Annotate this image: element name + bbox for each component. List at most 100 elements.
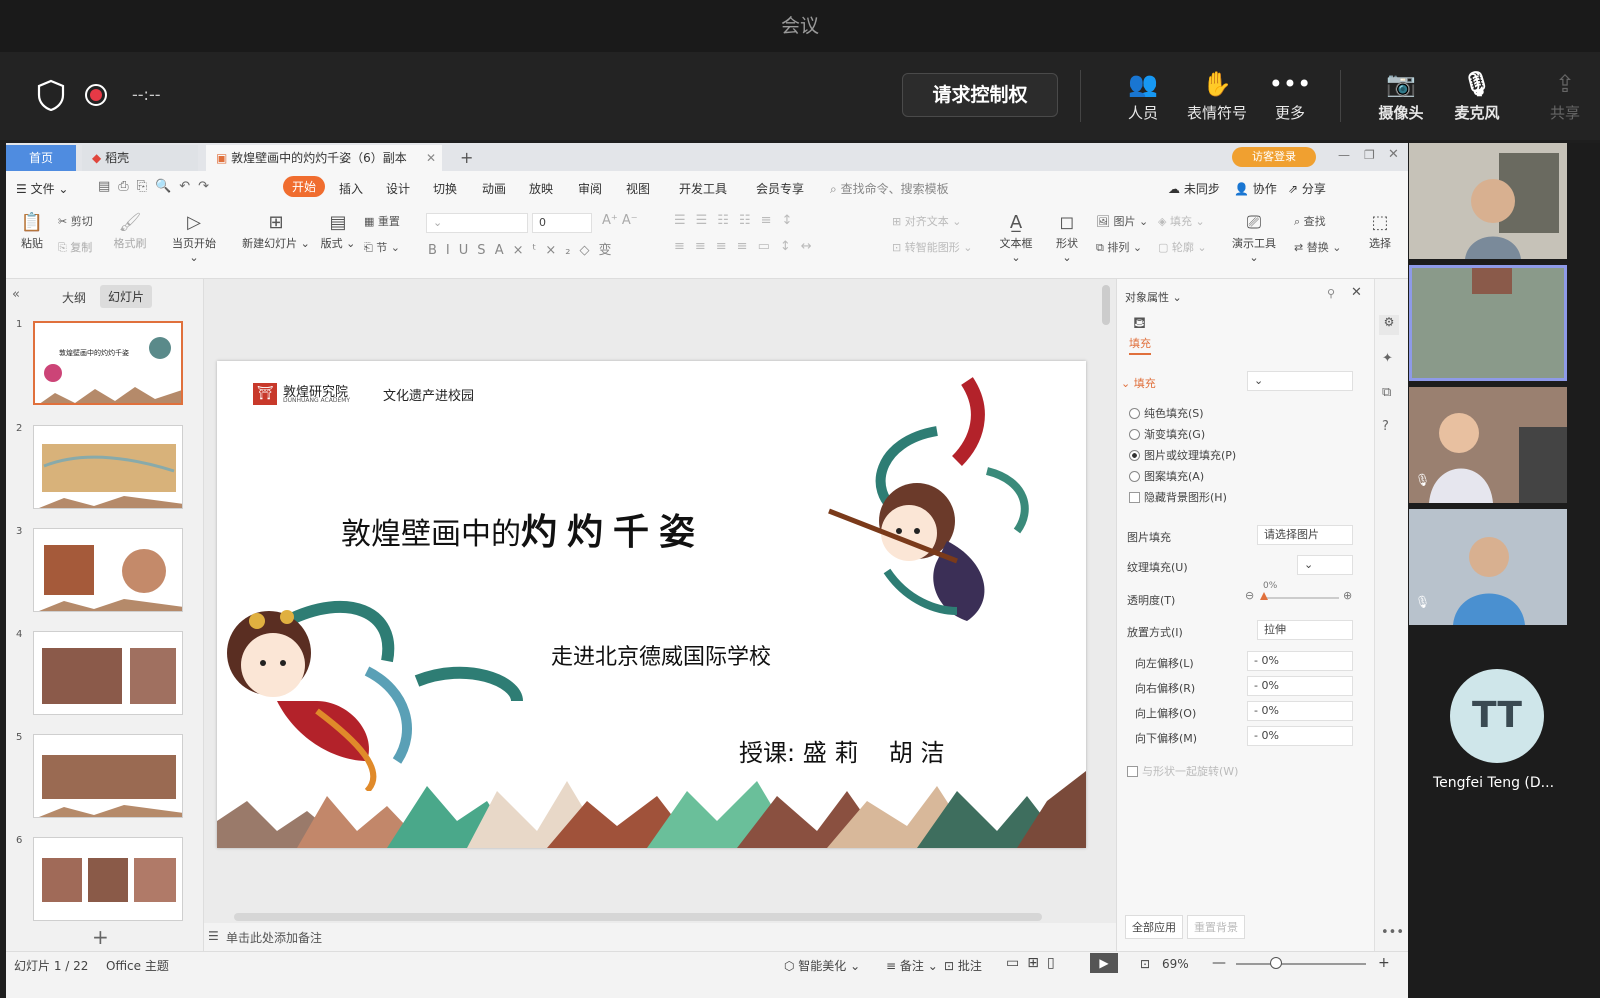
list-icons[interactable]: ☰☰☷☷≡↕ (674, 213, 802, 228)
fill-section-header[interactable]: ⌄ 填充 (1121, 375, 1156, 391)
radio-pattern-fill[interactable]: 图案填充(A) (1129, 468, 1204, 484)
presenter-button[interactable]: ⎚ 演示工具 ⌄ (1226, 211, 1282, 264)
zoom-slider[interactable] (1236, 963, 1366, 965)
visitor-login-button[interactable]: 访客登录 (1232, 147, 1316, 167)
mic-button[interactable]: 🎙 麦克风 (1442, 66, 1512, 123)
menu-animation[interactable]: 动画 (482, 180, 506, 197)
restore-icon[interactable]: ❐ (1364, 148, 1375, 162)
participant-avatar[interactable]: TT (1450, 669, 1544, 763)
zoom-in-icon[interactable]: + (1378, 955, 1390, 971)
more-button[interactable]: ••• 更多 (1255, 66, 1325, 123)
beautify-button[interactable]: ⬡ 智能美化 ⌄ (784, 957, 860, 974)
request-control-button[interactable]: 请求控制权 (902, 73, 1058, 117)
offset-up-input[interactable]: - 0% (1247, 701, 1353, 721)
emoji-button[interactable]: ✋ 表情符号 (1182, 66, 1252, 123)
pin-icon[interactable]: ⚲ (1327, 287, 1335, 300)
slide-thumb-3[interactable] (33, 528, 183, 612)
tab-docer[interactable]: ◆ 稻壳 (82, 145, 198, 171)
radio-solid-fill[interactable]: 纯色填充(S) (1129, 405, 1204, 421)
tab-home[interactable]: 首页 (6, 145, 76, 171)
quick-access-icons[interactable]: ▤⎙⎘🔍↶↷ (98, 179, 217, 194)
textbox-button[interactable]: A̲ 文本框 ⌄ (996, 211, 1036, 264)
collab-button[interactable]: 👤 协作 (1234, 180, 1277, 197)
participant-video-4[interactable]: 🎙 (1409, 509, 1567, 625)
format-painter-button[interactable]: 🖌 格式刷 (110, 211, 150, 251)
copy-button[interactable]: ⎘ 复制 (58, 239, 92, 255)
layout-button[interactable]: ▤ 版式 ⌄ (320, 211, 356, 251)
font-style-icons[interactable]: BIUSA×ᵗ×₂◇变 (428, 239, 620, 258)
slide-thumb-4[interactable] (33, 631, 183, 715)
transparency-slider-thumb[interactable] (1260, 592, 1268, 600)
menu-start[interactable]: 开始 (283, 176, 326, 197)
tab-document[interactable]: ▣ 敦煌壁画中的灼灼千姿（6）副本 ✕ (206, 145, 442, 171)
fill-button[interactable]: ◈ 填充 ⌄ (1158, 213, 1205, 229)
close-window-icon[interactable]: ✕ (1388, 147, 1399, 162)
slide-thumb-6[interactable] (33, 837, 183, 921)
camera-button[interactable]: 📷 摄像头 (1366, 66, 1436, 123)
menu-insert[interactable]: 插入 (339, 180, 363, 197)
menu-view[interactable]: 视图 (626, 180, 650, 197)
minimize-icon[interactable]: — (1338, 148, 1350, 162)
zoom-out-icon[interactable]: — (1212, 955, 1226, 971)
copy-format-icon[interactable]: ⧉ (1382, 385, 1391, 400)
help-icon[interactable]: ? (1382, 419, 1389, 434)
hide-bg-checkbox[interactable]: 隐藏背景图形(H) (1129, 489, 1227, 505)
new-slide-button[interactable]: ⊞ 新建幻灯片 ⌄ (242, 211, 310, 251)
transparency-minus[interactable]: ⊖ (1245, 589, 1254, 602)
outline-button[interactable]: ▢ 轮廓 ⌄ (1158, 239, 1207, 255)
fill-preset-select[interactable]: ⌄ (1247, 371, 1353, 391)
start-current-button[interactable]: ▷ 当页开始 ⌄ (166, 211, 222, 264)
command-search[interactable]: ⌕ 查找命令、搜索模板 (830, 180, 949, 197)
placement-select[interactable]: 拉伸 (1257, 620, 1353, 640)
collapse-pane-icon[interactable]: « (12, 287, 20, 302)
participant-video-2[interactable] (1409, 265, 1567, 381)
close-tab-icon[interactable]: ✕ (426, 145, 436, 171)
rotate-with-shape-checkbox[interactable]: 与形状一起旋转(W) (1127, 763, 1238, 779)
offset-right-input[interactable]: - 0% (1247, 676, 1353, 696)
slide[interactable]: ⛩ 敦煌研究院 DUNHUANG ACADEMY 文化遗产进校园 敦煌壁画中的灼… (217, 361, 1086, 848)
new-tab-icon[interactable]: + (450, 145, 473, 171)
slide-thumb-1[interactable]: 敦煌壁画中的灼灼千姿 (33, 321, 183, 405)
reset-bg-button[interactable]: 重置背景 (1187, 915, 1245, 939)
menu-transition[interactable]: 切换 (433, 180, 457, 197)
section-button[interactable]: ⎗ 节 ⌄ (364, 239, 400, 255)
cut-button[interactable]: ✂ 剪切 (58, 213, 93, 229)
shield-icon[interactable] (37, 79, 65, 111)
comment-toggle[interactable]: ⊡ 批注 (944, 957, 982, 974)
menu-slideshow[interactable]: 放映 (529, 180, 553, 197)
participant-video-3[interactable]: 🎙 (1409, 387, 1567, 503)
offset-down-input[interactable]: - 0% (1247, 726, 1353, 746)
more-options-icon[interactable]: ••• (1381, 925, 1404, 940)
properties-icon[interactable]: ⚙ (1379, 315, 1399, 335)
close-pane-icon[interactable]: ✕ (1351, 285, 1362, 300)
font-name-select[interactable]: ⌄ (426, 213, 528, 233)
slide-thumb-5[interactable] (33, 734, 183, 818)
reset-button[interactable]: ▦ 重置 (364, 213, 400, 229)
find-button[interactable]: ⌕ 查找 (1294, 213, 1326, 229)
notes-toggle[interactable]: ≡ 备注 ⌄ (886, 957, 938, 974)
record-icon[interactable] (84, 83, 108, 107)
offset-left-input[interactable]: - 0% (1247, 651, 1353, 671)
add-slide-icon[interactable]: + (92, 925, 109, 949)
notes-bar[interactable]: ☰ 单击此处添加备注 (204, 923, 1116, 951)
slide-thumb-2[interactable] (33, 425, 183, 509)
menu-review[interactable]: 审阅 (578, 180, 602, 197)
animation-icon[interactable]: ✦ (1382, 351, 1393, 366)
texture-fill-select[interactable]: ⌄ (1297, 555, 1353, 575)
radio-picture-fill[interactable]: 图片或纹理填充(P) (1129, 447, 1236, 463)
replace-button[interactable]: ⇄ 替换 ⌄ (1294, 239, 1341, 255)
select-button[interactable]: ⬚ 选择 (1366, 211, 1394, 251)
view-mode-icons[interactable]: ▭⊞▯ (1006, 955, 1063, 971)
fill-tab[interactable]: 填充 (1129, 335, 1151, 355)
sync-status[interactable]: ☁ 未同步 (1168, 180, 1220, 197)
tab-slides[interactable]: 幻灯片 (100, 285, 153, 308)
font-size-select[interactable]: 0 (532, 213, 592, 233)
font-grow-shrink-icons[interactable]: A⁺ A⁻ (602, 213, 638, 228)
smart-shape-button[interactable]: ⊡ 转智能图形 ⌄ (892, 239, 972, 255)
transparency-plus[interactable]: ⊕ (1343, 589, 1352, 602)
menu-developer[interactable]: 开发工具 (679, 180, 727, 197)
apply-all-button[interactable]: 全部应用 (1125, 915, 1183, 939)
radio-gradient-fill[interactable]: 渐变填充(G) (1129, 426, 1205, 442)
vertical-scrollbar[interactable] (1102, 285, 1110, 325)
menu-file[interactable]: ☰ 文件 ⌄ (16, 180, 68, 197)
